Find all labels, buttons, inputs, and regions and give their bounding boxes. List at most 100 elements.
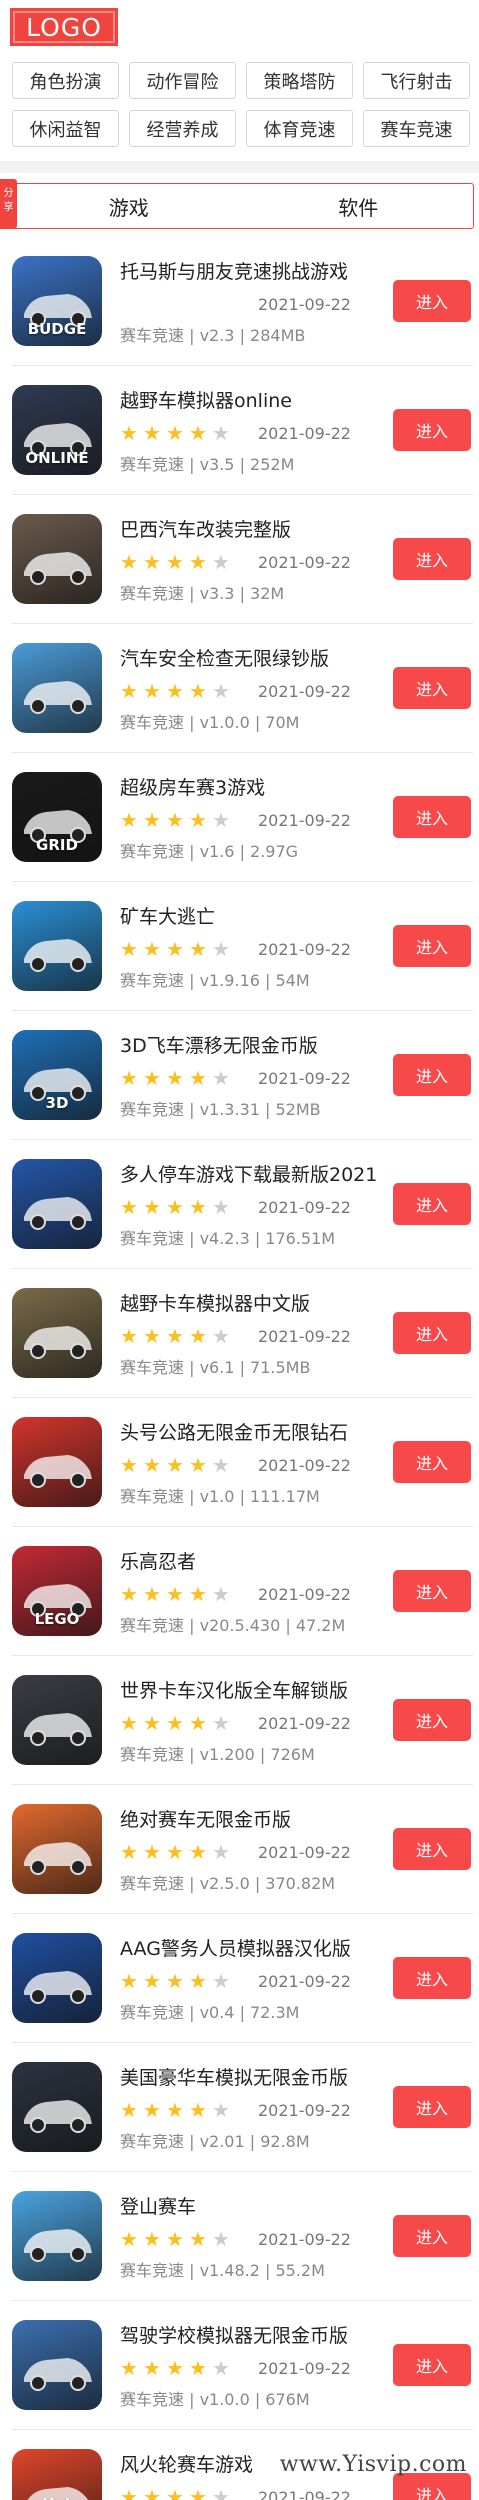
item-meta: 赛车竞速 | v6.1 | 71.5MB <box>120 1358 311 1377</box>
item-meta: 赛车竞速 | v1.0.0 | 70M <box>120 713 300 732</box>
enter-button[interactable]: 进入 <box>393 1828 471 1870</box>
tab-area: 分享 游戏 软件 <box>0 173 479 237</box>
icon-label: ONLINE <box>25 449 89 467</box>
list-item[interactable]: 世界卡车汉化版全车解锁版 ★ ★ ★ ★ ★ 2021-09-22 赛车竞速 | v1.200… <box>12 1656 473 1785</box>
list-item[interactable]: ONLINE 越野车模拟器online ★ ★ ★ ★ ★ 2021-09-22 赛车竞速 | … <box>12 366 473 495</box>
police-car-game-icon[interactable] <box>12 1933 102 2023</box>
category-button[interactable]: 经营养成 <box>129 110 236 147</box>
list-item[interactable]: AAG警务人员模拟器汉化版 ★ ★ ★ ★ ★ 2021-09-22 赛车竞速 | v0.4 … <box>12 1914 473 2043</box>
star-icon: ★ <box>120 679 138 703</box>
sports-car-game-icon[interactable] <box>12 1417 102 1507</box>
item-date: 2021-09-22 <box>258 810 351 830</box>
hot-wheels-game-icon[interactable]: Hot Wheels <box>12 2449 102 2500</box>
item-meta: 赛车竞速 | v1.200 | 726M <box>120 1745 315 1764</box>
list-item[interactable]: 矿车大逃亡 ★ ★ ★ ★ ★ 2021-09-22 赛车竞速 | v1.9.16 | 54M… <box>12 882 473 1011</box>
list-item[interactable]: 驾驶学校模拟器无限金币版 ★ ★ ★ ★ ★ 2021-09-22 赛车竞速 | v1.0.0… <box>12 2301 473 2430</box>
star-icon: ★ <box>143 1195 161 1219</box>
enter-button[interactable]: 进入 <box>393 409 471 451</box>
list-item[interactable]: 巴西汽车改装完整版 ★ ★ ★ ★ ★ 2021-09-22 赛车竞速 | v3.3 | 32… <box>12 495 473 624</box>
enter-button[interactable]: 进入 <box>393 2215 471 2257</box>
list-item[interactable]: 美国豪华车模拟无限金币版 ★ ★ ★ ★ ★ 2021-09-22 赛车竞速 | v2.01 … <box>12 2043 473 2172</box>
enter-button[interactable]: 进入 <box>393 2086 471 2128</box>
header: LOGO <box>0 0 479 54</box>
list-item[interactable]: 汽车安全检查无限绿钞版 ★ ★ ★ ★ ★ 2021-09-22 赛车竞速 | v1.0.0 … <box>12 624 473 753</box>
enter-button[interactable]: 进入 <box>393 667 471 709</box>
star-icon: ★ <box>120 937 138 961</box>
category-button[interactable]: 策略塔防 <box>246 62 353 99</box>
star-icon: ★ <box>166 1066 184 1090</box>
category-button[interactable]: 休闲益智 <box>12 110 119 147</box>
luxury-car-game-icon[interactable] <box>12 2062 102 2152</box>
star-rating: ★ ★ ★ ★ ★ <box>120 1067 258 1089</box>
enter-button[interactable]: 进入 <box>393 1441 471 1483</box>
list-item[interactable]: 头号公路无限金币无限钻石 ★ ★ ★ ★ ★ 2021-09-22 赛车竞速 | v1.0 |… <box>12 1398 473 1527</box>
enter-button[interactable]: 进入 <box>393 538 471 580</box>
list-item[interactable]: BUDGE 托马斯与朋友竞速挑战游戏 2021-09-22 赛车竞速 | v2.3 |… <box>12 237 473 366</box>
list-item[interactable]: GRID 超级房车赛3游戏 ★ ★ ★ ★ ★ 2021-09-22 赛车竞速 | v1.6 |… <box>12 753 473 882</box>
list-item[interactable]: 多人停车游戏下载最新版2021 ★ ★ ★ ★ ★ 2021-09-22 赛车竞速 | v4.… <box>12 1140 473 1269</box>
enter-button[interactable]: 进入 <box>393 1054 471 1096</box>
star-icon: ★ <box>212 2485 230 2500</box>
grid-autosport-game-icon[interactable]: GRID <box>12 772 102 862</box>
lego-ninja-game-icon[interactable]: LEGO <box>12 1546 102 1636</box>
enter-button[interactable]: 进入 <box>393 1957 471 1999</box>
world-truck-game-icon[interactable] <box>12 1675 102 1765</box>
star-rating: ★ ★ ★ ★ ★ <box>120 1841 258 1863</box>
star-rating: ★ ★ ★ ★ ★ <box>120 551 258 573</box>
item-meta: 赛车竞速 | v3.5 | 252M <box>120 455 295 474</box>
category-button[interactable]: 角色扮演 <box>12 62 119 99</box>
enter-button[interactable]: 进入 <box>393 280 471 322</box>
tab-bar: 游戏 软件 <box>13 183 474 229</box>
star-icon: ★ <box>189 679 207 703</box>
mine-cart-game-icon[interactable] <box>12 901 102 991</box>
star-icon: ★ <box>166 421 184 445</box>
star-icon: ★ <box>143 679 161 703</box>
star-icon: ★ <box>212 1969 230 1993</box>
list-item[interactable]: 越野卡车模拟器中文版 ★ ★ ★ ★ ★ 2021-09-22 赛车竞速 | v6.1 | 7… <box>12 1269 473 1398</box>
driving-school-game-icon[interactable] <box>12 2320 102 2410</box>
item-date: 2021-09-22 <box>258 1584 351 1604</box>
enter-button[interactable]: 进入 <box>393 1570 471 1612</box>
star-icon: ★ <box>212 937 230 961</box>
item-date: 2021-09-22 <box>258 1455 351 1475</box>
category-button[interactable]: 飞行射击 <box>363 62 470 99</box>
tab-games[interactable]: 游戏 <box>14 184 244 228</box>
list-item[interactable]: 3D 3D飞车漂移无限金币版 ★ ★ ★ ★ ★ 2021-09-22 赛车竞速 | v1.3.… <box>12 1011 473 1140</box>
enter-button[interactable]: 进入 <box>393 925 471 967</box>
car-silhouette-icon <box>24 1713 92 1746</box>
enter-button[interactable]: 进入 <box>393 1312 471 1354</box>
star-icon: ★ <box>143 2485 161 2500</box>
star-icon: ★ <box>143 2227 161 2251</box>
list-item[interactable]: 绝对赛车无限金币版 ★ ★ ★ ★ ★ 2021-09-22 赛车竞速 | v2.5.0 | … <box>12 1785 473 1914</box>
offroad-jeep-game-icon[interactable] <box>12 1288 102 1378</box>
star-icon: ★ <box>166 1711 184 1735</box>
item-meta: 赛车竞速 | v1.6 | 2.97G <box>120 842 299 861</box>
car-tuning-game-icon[interactable] <box>12 514 102 604</box>
item-meta: 赛车竞速 | v2.01 | 92.8M <box>120 2132 310 2151</box>
race-car-game-icon[interactable] <box>12 1804 102 1894</box>
site-logo[interactable]: LOGO <box>10 8 118 46</box>
list-item[interactable]: LEGO 乐高忍者 ★ ★ ★ ★ ★ 2021-09-22 赛车竞速 | v20.5.430 … <box>12 1527 473 1656</box>
parking-car-game-icon[interactable] <box>12 1159 102 1249</box>
star-rating: ★ ★ ★ ★ ★ <box>120 1196 258 1218</box>
enter-button[interactable]: 进入 <box>393 2473 471 2500</box>
watermark: www.Yisvip.com <box>279 2452 467 2477</box>
offroad-truck-game-icon[interactable]: ONLINE <box>12 385 102 475</box>
list-item[interactable]: 登山赛车 ★ ★ ★ ★ ★ 2021-09-22 赛车竞速 | v1.48.2 | 55.2… <box>12 2172 473 2301</box>
monster-truck-game-icon[interactable] <box>12 643 102 733</box>
car-silhouette-icon <box>24 1326 92 1359</box>
enter-button[interactable]: 进入 <box>393 1183 471 1225</box>
star-icon: ★ <box>166 1969 184 1993</box>
enter-button[interactable]: 进入 <box>393 2344 471 2386</box>
tab-software[interactable]: 软件 <box>244 184 474 228</box>
star-icon: ★ <box>143 937 161 961</box>
category-button[interactable]: 动作冒险 <box>129 62 236 99</box>
enter-button[interactable]: 进入 <box>393 1699 471 1741</box>
category-button[interactable]: 体育竞速 <box>246 110 353 147</box>
enter-button[interactable]: 进入 <box>393 796 471 838</box>
drift-car-game-icon[interactable]: 3D <box>12 1030 102 1120</box>
hill-climb-game-icon[interactable] <box>12 2191 102 2281</box>
star-rating: ★ ★ ★ ★ ★ <box>120 1454 258 1476</box>
category-button[interactable]: 赛车竞速 <box>363 110 470 147</box>
train-game-icon[interactable]: BUDGE <box>12 256 102 346</box>
